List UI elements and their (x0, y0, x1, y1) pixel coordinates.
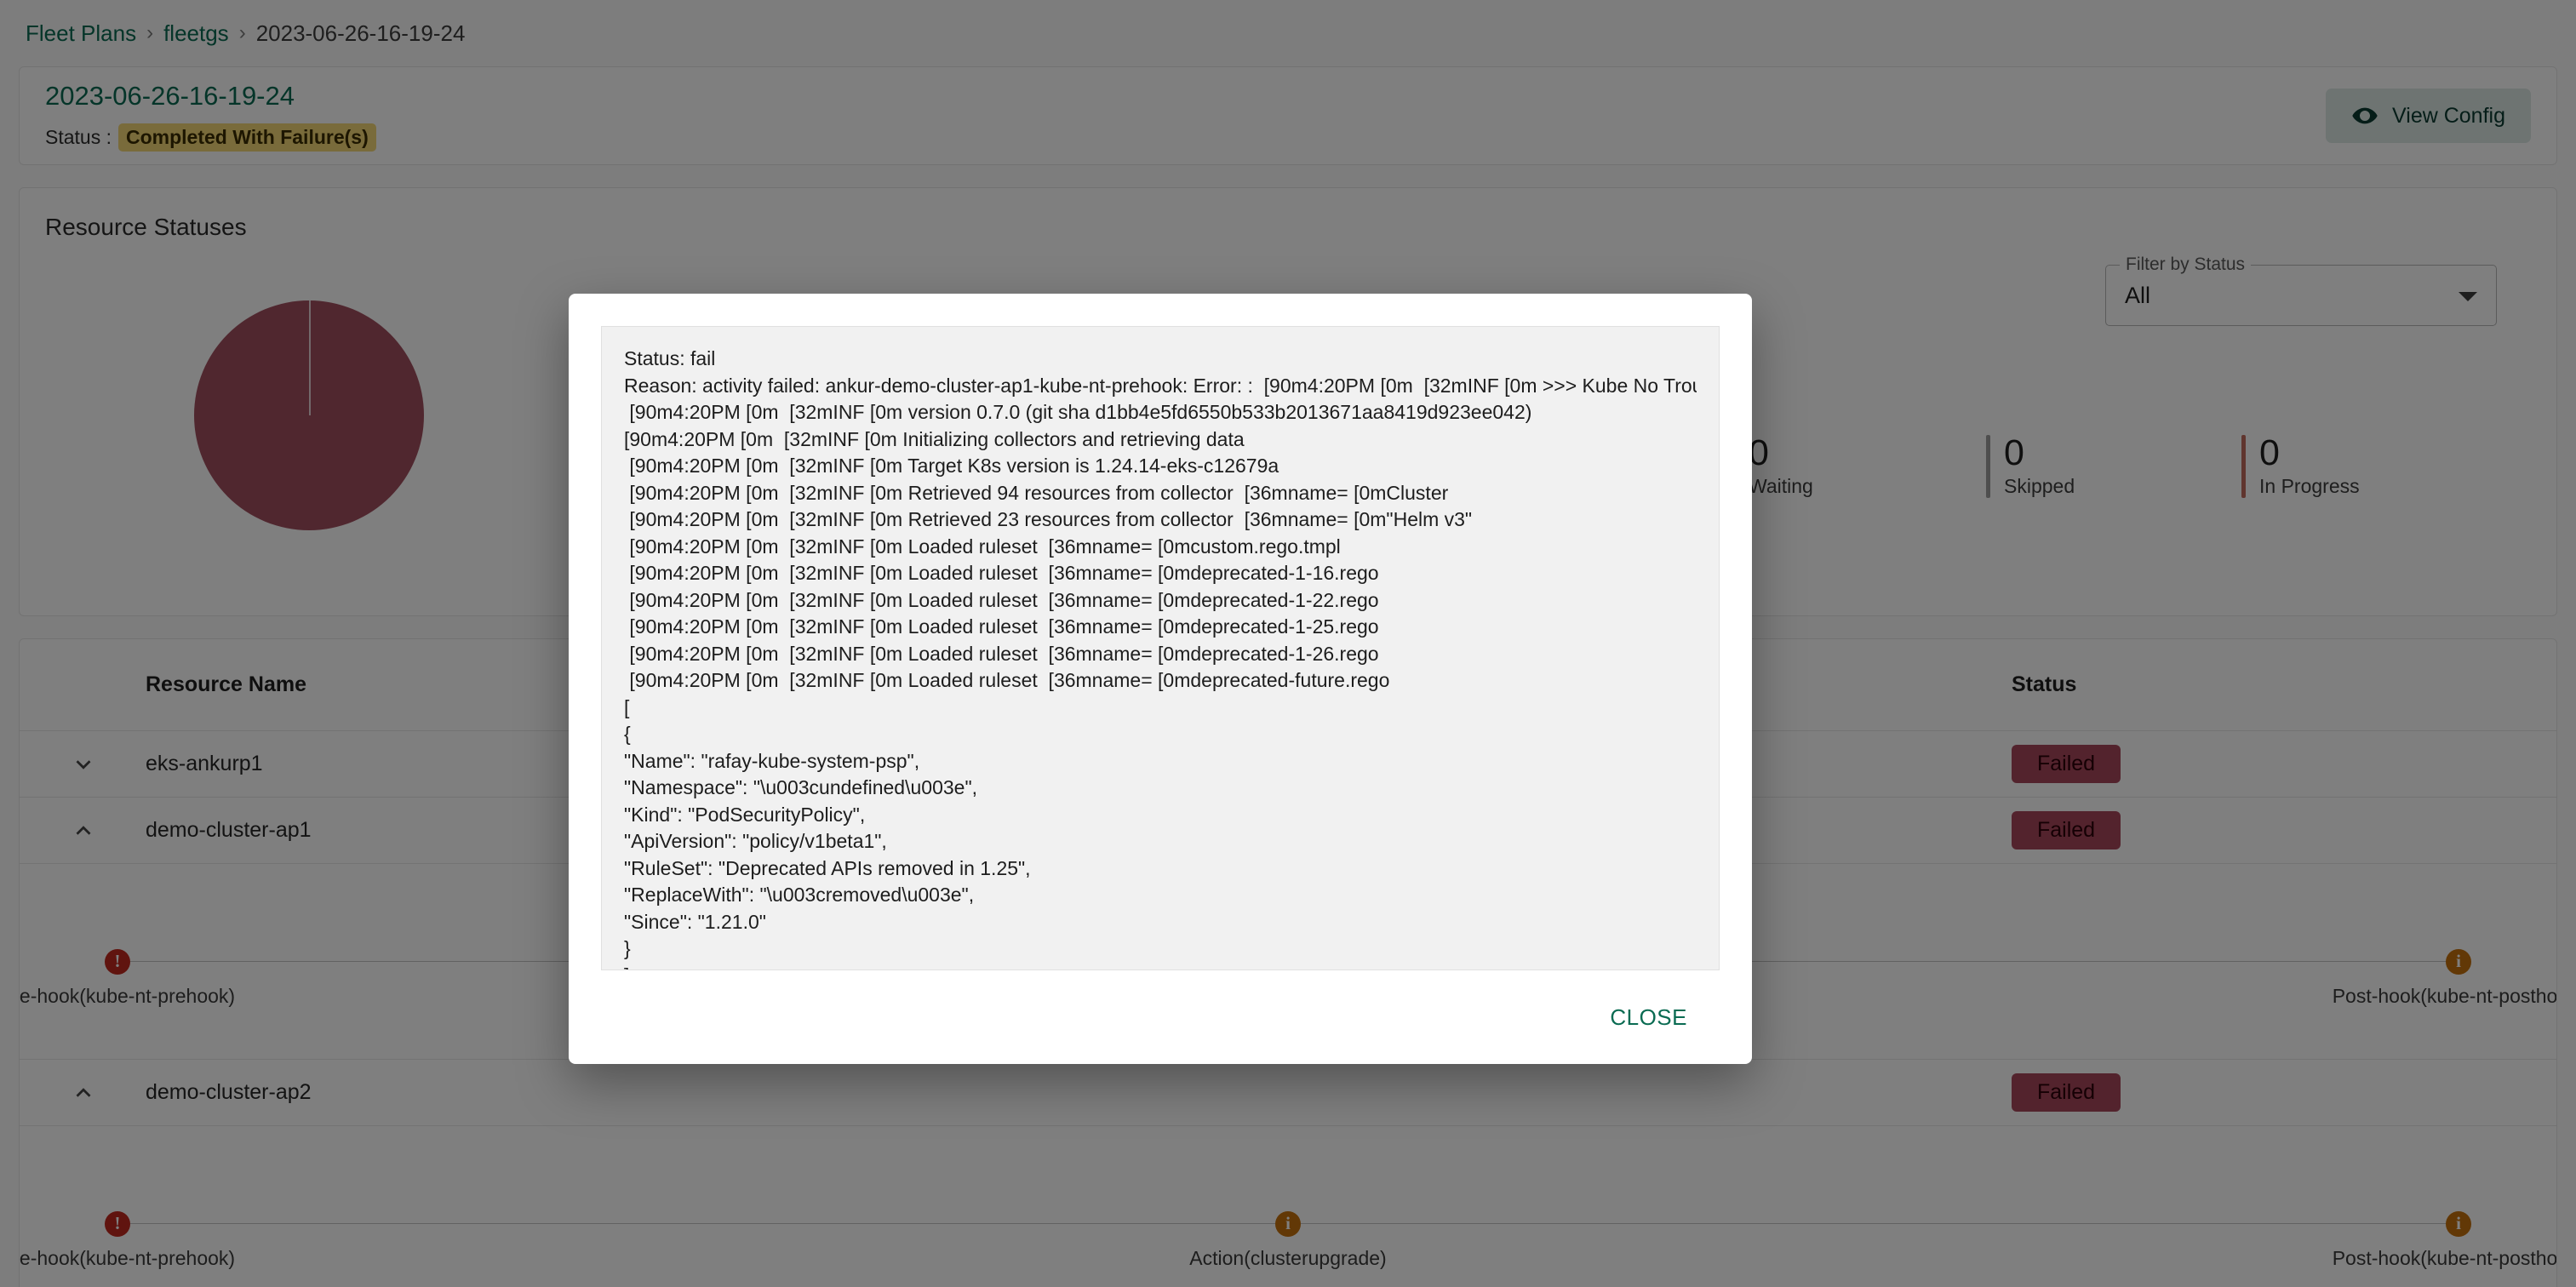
log-line: [90m4:20PM [0m [32mINF [0m version 0.7.0… (624, 401, 1532, 423)
log-line: Status: fail (624, 347, 716, 369)
log-line: "Since": "1.21.0" (624, 910, 766, 933)
log-line: "Kind": "PodSecurityPolicy", (624, 803, 866, 826)
log-line: ] (624, 963, 1697, 970)
log-line: "Name": "rafay-kube-system-psp", (624, 749, 920, 772)
dialog-footer: CLOSE (569, 970, 1752, 1064)
log-line: Reason: activity failed: ankur-demo-clus… (624, 374, 1697, 397)
log-line: [90m4:20PM [0m [32mINF [0m Target K8s ve… (624, 455, 1279, 477)
log-output[interactable]: Status: fail Reason: activity failed: ank… (601, 326, 1720, 970)
fleet-plan-detail-page: Fleet Plans › fleetgs › 2023-06-26-16-19… (0, 0, 2576, 1287)
log-line: [90m4:20PM [0m [32mINF [0m Loaded rulese… (624, 588, 1379, 611)
log-line: [90m4:20PM [0m [32mINF [0m Loaded rulese… (624, 535, 1341, 558)
log-line: "Namespace": "\u003cundefined\u003e", (624, 776, 977, 798)
log-line: [90m4:20PM [0m [32mINF [0m Loaded rulese… (624, 562, 1379, 584)
log-line: { (624, 723, 631, 745)
log-detail-dialog: Status: fail Reason: activity failed: ank… (569, 294, 1752, 1064)
log-line: [90m4:20PM [0m [32mINF [0m Initializing … (624, 427, 1245, 450)
log-line: [90m4:20PM [0m [32mINF [0m Retrieved 94 … (624, 481, 1449, 504)
log-line: [90m4:20PM [0m [32mINF [0m Loaded rulese… (624, 669, 1390, 691)
log-line: [90m4:20PM [0m [32mINF [0m Retrieved 23 … (624, 508, 1473, 530)
log-line: "ReplaceWith": "\u003cremoved\u003e", (624, 884, 975, 906)
log-line: } (624, 937, 631, 959)
log-line: [90m4:20PM [0m [32mINF [0m Loaded rulese… (624, 642, 1379, 665)
close-button[interactable]: CLOSE (1596, 996, 1701, 1039)
log-line: "ApiVersion": "policy/v1beta1", (624, 830, 887, 852)
log-line: [90m4:20PM [0m [32mINF [0m Loaded rulese… (624, 615, 1379, 638)
log-line: [ (624, 695, 630, 718)
log-line: "RuleSet": "Deprecated APIs removed in 1… (624, 856, 1031, 879)
